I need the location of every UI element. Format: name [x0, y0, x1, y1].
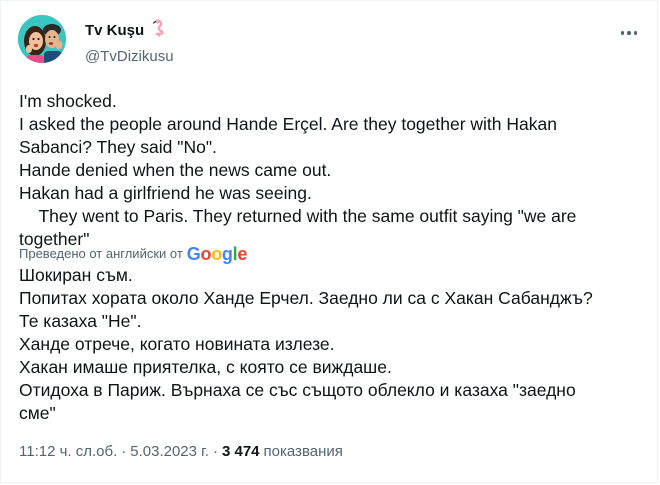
- tweet-card: Tv Kuşu @TvDizikusu I'm shocked. I asked…: [0, 0, 658, 483]
- translated-line: Попитах хората около Ханде Ерчел. Заедно…: [19, 288, 593, 308]
- tweet-meta: 11:12 ч. сл.об. · 5.03.2023 г. · 3 474 п…: [19, 442, 343, 462]
- translated-line: Отидоха в Париж. Върнаха се със същото о…: [19, 380, 576, 400]
- avatar-illustration: [18, 15, 66, 63]
- author-handle[interactable]: @TvDizikusu: [85, 47, 174, 67]
- translated-line: Ханде отрече, когато новината излезе.: [19, 334, 335, 354]
- tweet-line: Sabanci? They said "No".: [19, 137, 217, 157]
- tweet-time[interactable]: 11:12 ч. сл.об.: [19, 442, 117, 462]
- translated-by-link[interactable]: Преведено от английски от Google: [19, 244, 247, 264]
- translated-line: Хакан имаше приятелка, с която се виждаш…: [19, 357, 392, 377]
- tweet-date[interactable]: 5.03.2023 г.: [130, 442, 209, 462]
- translated-line: сме": [19, 403, 56, 423]
- tweet-translated-text: Шокиран съм. Попитах хората около Ханде …: [19, 264, 639, 425]
- tweet-line: I'm shocked.: [19, 91, 117, 111]
- dot-icon: [620, 31, 625, 35]
- more-options-button[interactable]: [617, 23, 641, 43]
- translated-line: Шокиран съм.: [19, 265, 133, 285]
- tweet-original-text: I'm shocked. I asked the people around H…: [19, 90, 639, 251]
- tweet-line: Hakan had a girlfriend he was seeing.: [19, 183, 312, 203]
- tweet-line: I asked the people around Hande Erçel. A…: [19, 114, 557, 134]
- flamingo-icon: [148, 18, 168, 44]
- author-name-row[interactable]: Tv Kuşu: [85, 18, 174, 44]
- tweet-line: Hande denied when the news came out.: [19, 160, 332, 180]
- google-logo: Google: [186, 244, 248, 264]
- views-label: показвания: [263, 443, 343, 460]
- meta-separator: ·: [212, 443, 218, 460]
- meta-separator: ·: [121, 443, 127, 460]
- tweet-line: They went to Paris. They returned with t…: [19, 206, 577, 226]
- author-block: Tv Kuşu @TvDizikusu: [85, 18, 174, 67]
- avatar[interactable]: [18, 15, 66, 63]
- dot-icon: [627, 31, 631, 35]
- translated-by-label: Преведено от английски от: [19, 246, 183, 261]
- author-name[interactable]: Tv Kuşu: [85, 21, 144, 41]
- dot-icon: [633, 31, 638, 35]
- translated-line: Те казаха "Не".: [19, 311, 142, 331]
- views-count: 3 474: [221, 443, 260, 460]
